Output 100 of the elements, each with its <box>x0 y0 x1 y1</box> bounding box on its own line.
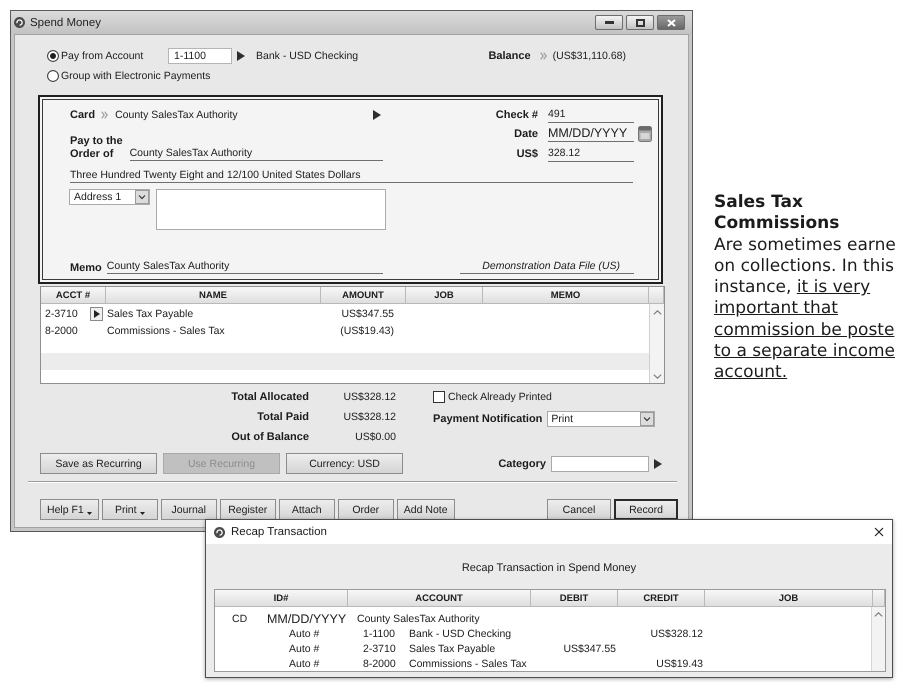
note-heading: Sales Tax Commissions <box>714 192 840 235</box>
table-cell: 2-3710 <box>45 308 78 320</box>
double-chevron-icon <box>540 52 547 60</box>
column-header: MEMO <box>483 287 649 304</box>
amount-label: US$ <box>516 148 538 160</box>
toolbar-button[interactable]: Add Note <box>396 499 455 520</box>
category-field[interactable] <box>551 456 649 472</box>
radio-option[interactable]: Group with Electronic Payments <box>47 70 210 82</box>
dialog-button[interactable]: Cancel <box>547 499 611 520</box>
notification-dropdown[interactable]: Print <box>547 411 656 427</box>
category-label: Category <box>498 458 546 470</box>
table-cell-text: US$328.12 <box>649 628 703 640</box>
maximize-button[interactable] <box>626 15 654 30</box>
table-cell-text: Auto # <box>289 658 320 670</box>
balance-value: (US$31,110.68) <box>552 50 626 62</box>
toolbar-button[interactable]: Print <box>102 499 158 520</box>
payment-notification-label: Payment Notification <box>433 413 542 425</box>
date-field[interactable]: MM/DD/YYYY <box>548 126 634 142</box>
balance-label: Balance <box>488 50 531 62</box>
table-cell-text: (US$19.43) <box>339 324 395 336</box>
table-cell-text: County SalesTax Authority <box>357 612 481 624</box>
chevron-down-icon <box>640 412 654 426</box>
close-button[interactable] <box>872 525 886 539</box>
toolbar-button[interactable]: Register <box>220 499 276 520</box>
disc-icon <box>214 526 225 538</box>
toolbar-button[interactable]: Help F1 <box>40 499 99 520</box>
column-header: ACCOUNT <box>348 590 531 607</box>
account-field[interactable]: 1-1100 <box>168 48 232 64</box>
memo-label: Memo <box>70 262 102 274</box>
window-title: Recap Transaction <box>231 526 327 538</box>
column-header: DEBIT <box>531 590 618 607</box>
radio-option[interactable]: Pay from Account <box>47 50 168 62</box>
chevron-down-icon <box>652 374 662 379</box>
table-cell-text: Auto # <box>289 628 320 640</box>
column-header: ID# <box>215 590 348 607</box>
header-corner <box>649 287 664 304</box>
caret-icon <box>86 512 92 515</box>
column-header: CREDIT <box>618 590 705 607</box>
close-icon <box>666 18 676 26</box>
table-cell-text: US$347.55 <box>340 308 395 320</box>
total-value: US$328.12 <box>342 411 396 423</box>
action-button[interactable]: Save as Recurring <box>40 453 157 474</box>
right-arrow-icon <box>373 110 381 120</box>
note-text: Are sometimes earne on collections. In this instance, it is very important that commission be poste to a separate income account. <box>714 234 897 384</box>
table-cell-text: 8-2000 <box>363 658 397 670</box>
toolbar-button[interactable]: Journal <box>160 499 217 520</box>
checkbox-option[interactable]: Check Already Printed <box>433 391 552 403</box>
action-button[interactable]: Currency: USD <box>286 453 403 474</box>
table-cell-text: Sales Tax Payable <box>106 308 194 320</box>
address-dropdown[interactable]: Address 1 <box>69 188 150 204</box>
scrollbar[interactable] <box>649 304 664 383</box>
amount-field[interactable]: 328.12 <box>548 146 634 162</box>
date-label: Date <box>513 128 538 140</box>
memo-field[interactable]: County SalesTax Authority <box>106 259 383 274</box>
window-title: Spend Money <box>30 16 101 28</box>
pay-to-label: Pay to the Order of <box>70 135 123 161</box>
check-number-label: Check # <box>494 108 538 121</box>
column-header: ACCT # <box>41 287 106 304</box>
table-cell-text: US$19.43 <box>655 658 703 670</box>
right-arrow-icon <box>237 51 245 61</box>
payee-field[interactable]: County SalesTax Authority <box>130 147 383 161</box>
minimize-icon <box>604 21 614 24</box>
column-header: AMOUNT <box>321 287 406 304</box>
card-label: Card <box>70 108 96 120</box>
scrollbar[interactable] <box>871 607 885 671</box>
column-header: JOB <box>406 287 483 304</box>
total-label: Total Paid <box>256 411 309 423</box>
data-file-label: Demonstration Data File (US) <box>460 259 634 274</box>
close-icon <box>874 527 884 537</box>
table-cell-text: Commissions - Sales Tax <box>106 324 226 336</box>
table-cell-text: MM/DD/YYYY <box>267 612 348 626</box>
chevron-up-icon <box>652 310 662 315</box>
maximize-icon <box>636 18 644 26</box>
toolbar-button[interactable]: Attach <box>278 499 335 520</box>
chevron-down-icon <box>135 190 149 204</box>
check-number-field[interactable]: 491 <box>548 106 634 123</box>
total-label: Out of Balance <box>230 431 309 443</box>
calendar-icon <box>638 126 652 142</box>
header-corner <box>873 590 885 607</box>
amount-in-words: Three Hundred Twenty Eight and 12/100 United States Dollars <box>70 168 633 182</box>
table-cell-text: US$347.55 <box>562 642 616 654</box>
chevron-up-icon <box>874 612 883 617</box>
total-label: Total Allocated <box>230 391 309 403</box>
table-cell-text: CD <box>232 612 248 624</box>
minimize-button[interactable] <box>595 15 623 30</box>
column-header: JOB <box>705 590 873 607</box>
address-field[interactable] <box>156 188 386 230</box>
disc-icon <box>14 17 25 28</box>
recap-heading: Recap Transaction in Spend Money <box>462 561 636 575</box>
account-name: Bank - USD Checking <box>256 50 358 62</box>
caret-icon <box>140 512 145 515</box>
table-cell-text: 2-3710 <box>363 642 397 654</box>
right-arrow-icon <box>654 458 662 468</box>
toolbar-button[interactable]: Order <box>338 499 394 520</box>
table-cell-text: Commissions - Sales Tax <box>409 658 528 670</box>
total-value: US$0.00 <box>354 431 396 443</box>
double-chevron-icon <box>101 110 108 118</box>
dialog-button[interactable]: Record <box>614 499 678 520</box>
table-cell-text: Bank - USD Checking <box>409 628 512 640</box>
total-value: US$328.12 <box>342 391 396 403</box>
